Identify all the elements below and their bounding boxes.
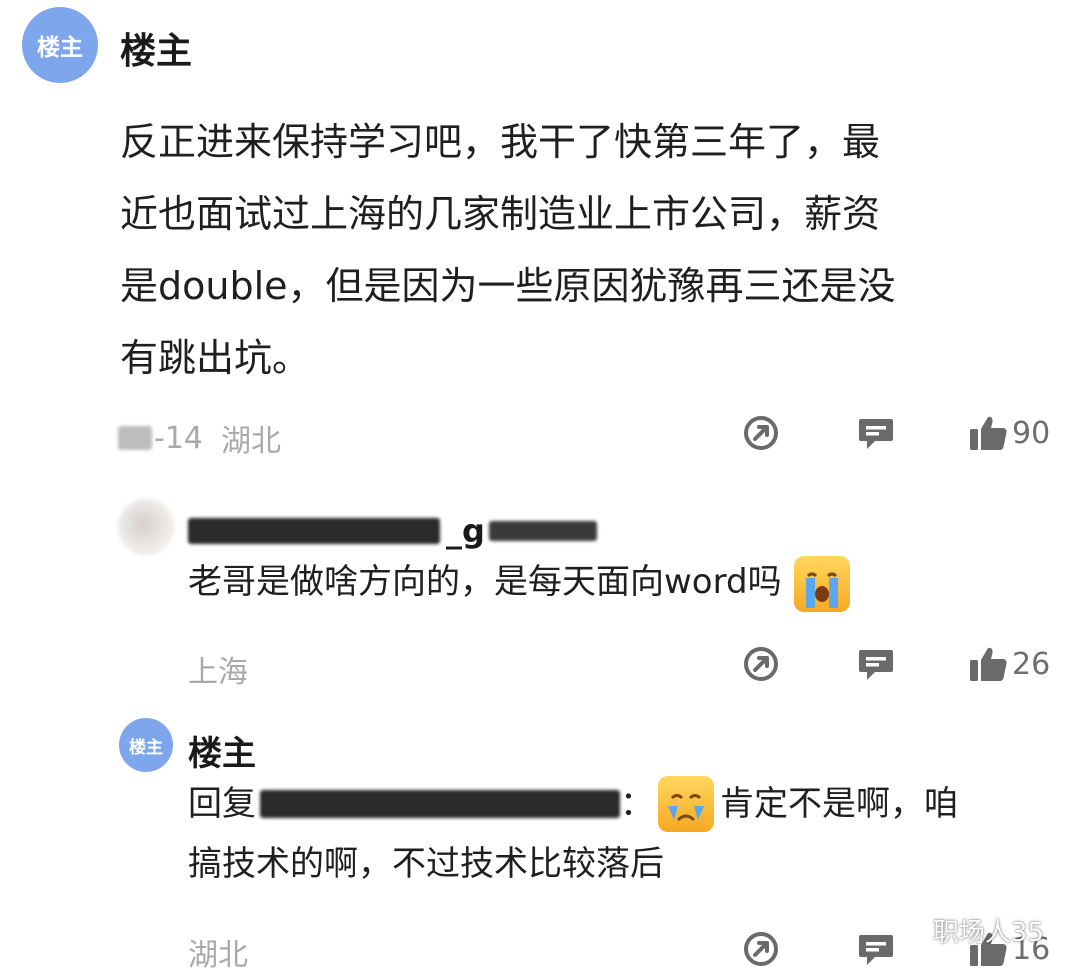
comment1-reply-button[interactable] <box>857 647 895 683</box>
op-avatar-label: 楼主 <box>37 35 83 61</box>
reply-target-redacted <box>260 790 620 818</box>
username-redacted <box>188 518 440 544</box>
op-date: -14 <box>154 420 203 456</box>
share-icon <box>744 647 778 681</box>
comment1-share-button[interactable] <box>742 645 780 683</box>
comment-icon <box>859 419 893 449</box>
comment2-text-part1: 肯定不是啊，咱 <box>720 784 958 824</box>
date-redacted <box>118 426 152 450</box>
comment2-reply-button[interactable] <box>857 932 895 968</box>
op-reply-author-name[interactable]: 楼主 <box>188 726 256 775</box>
post-line: 有跳出坑。 <box>120 336 311 380</box>
commenter-username[interactable]: _g <box>188 512 597 550</box>
commenter-avatar[interactable] <box>118 499 174 555</box>
post-line: 反正进来保持学习吧，我干了快第三年了，最 <box>120 120 881 164</box>
watermark: 职场人35 <box>896 912 1044 949</box>
post-line: 是double，但是因为一些原因犹豫再三还是没 <box>120 264 896 308</box>
comment2-location: 湖北 <box>188 938 248 973</box>
loudly-crying-emoji-icon <box>794 555 851 612</box>
thumbs-up-icon <box>970 647 1007 681</box>
comment1-location: 上海 <box>188 655 248 690</box>
op-like-button[interactable]: 90 <box>968 414 1050 452</box>
op-reply-avatar[interactable]: 楼主 <box>119 718 173 772</box>
op-like-count: 90 <box>1012 415 1051 451</box>
share-icon <box>744 932 778 966</box>
comment1-body: 老哥是做啥方向的，是每天面向word吗 <box>188 552 1058 612</box>
commenter-username-tail: _g <box>446 512 485 550</box>
reply-colon: ： <box>620 784 654 824</box>
op-author-name[interactable]: 楼主 <box>120 22 192 74</box>
op-post-text: 反正进来保持学习吧，我干了快第三年了，最 近也面试过上海的几家制造业上市公司，薪… <box>120 106 1060 394</box>
op-location: 湖北 <box>221 424 281 459</box>
comment-icon <box>859 935 893 965</box>
comment1-like-count: 26 <box>1012 646 1051 682</box>
comment2-body: 回复 ： 肯定不是啊，咱 搞技术的啊，不过技术比较落后 <box>188 774 1058 894</box>
comment-icon <box>859 650 893 680</box>
watermark-text: 职场人35 <box>932 918 1044 948</box>
comment1-text: 老哥是做啥方向的，是每天面向word吗 <box>188 562 782 602</box>
wechat-icon <box>896 918 926 941</box>
comment1-like-button[interactable]: 26 <box>968 645 1050 683</box>
thumbs-up-icon <box>970 416 1007 450</box>
op-reply-avatar-label: 楼主 <box>129 737 163 758</box>
comment2-share-button[interactable] <box>742 930 780 968</box>
share-icon <box>744 416 778 450</box>
op-share-button[interactable] <box>742 414 780 452</box>
crying-emoji-icon <box>658 776 714 832</box>
username-redacted-2 <box>488 521 597 541</box>
reply-prefix: 回复 <box>188 784 256 824</box>
comment2-line1: 回复 ： 肯定不是啊，咱 <box>188 774 1058 834</box>
comment2-line2: 搞技术的啊，不过技术比较落后 <box>188 844 664 884</box>
op-meta: -14 湖北 <box>118 416 281 460</box>
post-line: 近也面试过上海的几家制造业上市公司，薪资 <box>120 192 881 236</box>
op-comment-button[interactable] <box>857 416 895 452</box>
op-avatar[interactable]: 楼主 <box>22 7 98 83</box>
